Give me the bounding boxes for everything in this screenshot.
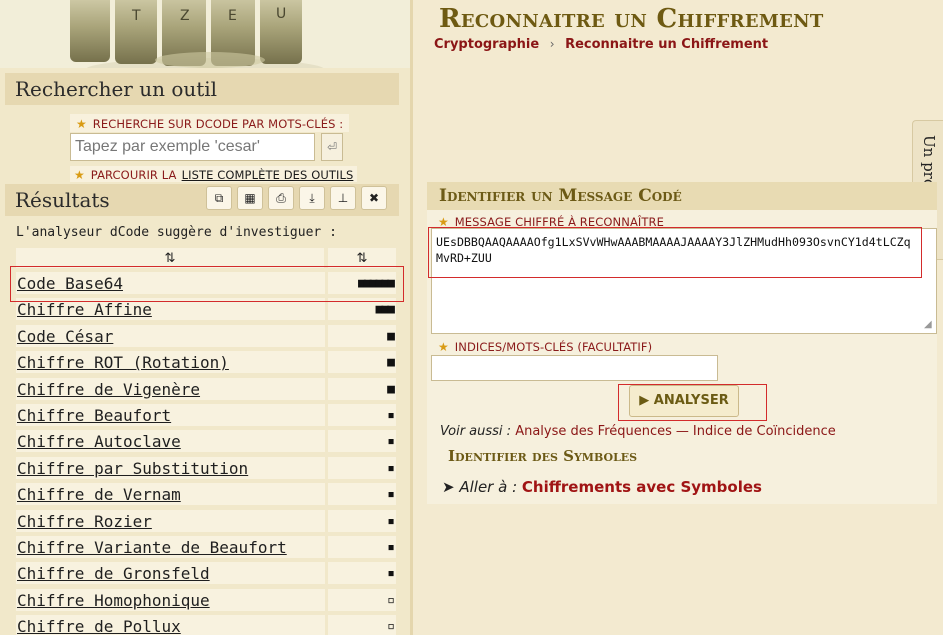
frequency-analysis-link[interactable]: Analyse des Fréquences — [515, 424, 672, 439]
breadcrumb-separator-icon: › — [549, 37, 555, 51]
result-score: ■ — [328, 351, 396, 374]
result-link[interactable]: Chiffre de Gronsfeld — [16, 562, 325, 585]
identify-panel-title: Identifier un Message Codé — [427, 182, 937, 210]
result-row[interactable]: Chiffre par Substitution ▪ — [16, 456, 396, 483]
goto-prefix: Aller à : — [459, 478, 518, 496]
browse-prefix: PARCOURIR LA — [90, 168, 177, 182]
top-result-highlight — [10, 266, 404, 302]
analyser-suggestion: L'analyseur dCode suggère d'investiguer … — [16, 225, 337, 240]
result-row[interactable]: Chiffre de Pollux ▫ — [16, 615, 396, 635]
svg-text:E: E — [228, 8, 237, 24]
svg-text:U: U — [276, 6, 286, 22]
download-icon[interactable]: ⤓ — [299, 186, 325, 210]
copy-icon[interactable]: ⧉ — [206, 186, 232, 210]
result-row[interactable]: Chiffre de Vigenère ■ — [16, 377, 396, 404]
result-row[interactable]: Chiffre Affine ■■■ — [16, 298, 396, 324]
star-icon: ★ — [438, 340, 449, 354]
tool-search-input[interactable] — [70, 133, 315, 161]
result-row[interactable]: Code César ■ — [16, 324, 396, 351]
sort-by-name-button[interactable]: ⇅ — [16, 248, 324, 268]
result-row[interactable]: Chiffre Beaufort ▪ — [16, 403, 396, 430]
left-sidebar: Z E U T Rechercher un outil ★ RECHERCHE S… — [0, 0, 410, 635]
result-link[interactable]: Chiffre Variante de Beaufort — [16, 535, 325, 558]
results-list: Code Base64 ■■■■■■ Chiffre Affine ■■■ Co… — [16, 272, 396, 635]
full-tools-list-link[interactable]: LISTE COMPLÈTE DES OUTILS — [182, 168, 354, 182]
hints-input[interactable] — [431, 355, 718, 381]
coincidence-index-link[interactable]: Indice de Coïncidence — [693, 424, 836, 439]
results-title: Résultats — [15, 188, 110, 212]
message-highlight — [428, 227, 922, 278]
results-sort-row: ⇅ ⇅ — [16, 248, 396, 268]
result-score: ■ — [328, 324, 396, 347]
result-row[interactable]: Chiffre de Vernam ▪ — [16, 483, 396, 509]
analyse-highlight — [618, 384, 767, 421]
breadcrumb-cryptographie[interactable]: Cryptographie — [434, 37, 539, 52]
browse-tools-line: ★ PARCOURIR LA LISTE COMPLÈTE DES OUTILS — [70, 166, 358, 182]
result-score: ■ — [328, 377, 396, 400]
result-link[interactable]: Chiffre ROT (Rotation) — [16, 351, 325, 374]
svg-text:T: T — [131, 8, 141, 24]
result-score: ▪ — [328, 509, 396, 532]
result-link[interactable]: Chiffre de Vigenère — [16, 377, 325, 400]
separator-dash: — — [675, 424, 689, 439]
svg-text:Z: Z — [180, 8, 190, 24]
star-icon: ★ — [76, 117, 87, 131]
result-link[interactable]: Chiffre de Vernam — [16, 483, 325, 506]
result-score: ▫ — [328, 615, 396, 635]
breadcrumb: Cryptographie › Reconnaitre un Chiffreme… — [434, 37, 768, 52]
result-row[interactable]: Chiffre Rozier ▪ — [16, 509, 396, 536]
hints-label-text: INDICES/MOTS-CLÉS (FACULTATIF) — [454, 340, 653, 354]
sort-by-score-button[interactable]: ⇅ — [328, 248, 396, 268]
pin-icon[interactable]: ⊥ — [330, 186, 356, 210]
result-row[interactable]: Chiffre ROT (Rotation) ■ — [16, 351, 396, 377]
search-tool-heading: Rechercher un outil — [5, 73, 399, 105]
result-link[interactable]: Chiffre de Pollux — [16, 615, 325, 635]
cryptex-logo: Z E U T — [0, 0, 410, 68]
resize-grip-icon[interactable]: ◢ — [924, 320, 936, 332]
star-icon: ★ — [74, 168, 85, 182]
search-submit-button[interactable]: ⏎ — [321, 133, 343, 161]
print-icon[interactable]: ⎙ — [268, 186, 294, 210]
results-toolbar: ⧉ ▦ ⎙ ⤓ ⊥ ✖ — [206, 186, 387, 212]
result-score: ▪ — [328, 430, 396, 453]
result-score: ▪ — [328, 403, 396, 426]
identify-symbols-title[interactable]: Identifier des Symboles — [448, 447, 637, 465]
result-link[interactable]: Chiffre par Substitution — [16, 456, 325, 479]
return-key-icon: ⏎ — [326, 140, 338, 154]
symbol-ciphers-link[interactable]: Chiffrements avec Symboles — [522, 478, 762, 496]
result-link[interactable]: Chiffre Rozier — [16, 509, 325, 532]
breadcrumb-current[interactable]: Reconnaitre un Chiffrement — [565, 37, 768, 52]
result-row[interactable]: Chiffre Homophonique ▫ — [16, 588, 396, 615]
goto-line: ➤ Aller à : Chiffrements avec Symboles — [442, 478, 762, 496]
result-link[interactable]: Chiffre Beaufort — [16, 403, 325, 426]
result-score: ▪ — [328, 483, 396, 506]
result-score: ▪ — [328, 562, 396, 585]
result-score: ▪ — [328, 535, 396, 558]
hints-label: ★ INDICES/MOTS-CLÉS (FACULTATIF) — [438, 338, 652, 354]
column-divider — [410, 0, 413, 635]
result-link[interactable]: Chiffre Homophonique — [16, 588, 325, 611]
result-row[interactable]: Chiffre Autoclave ▪ — [16, 430, 396, 456]
close-icon[interactable]: ✖ — [361, 186, 387, 210]
search-tool-title: Rechercher un outil — [15, 77, 218, 101]
keyword-search-label: ★ RECHERCHE SUR DCODE PAR MOTS-CLÉS : — [70, 114, 350, 132]
result-row[interactable]: Chiffre de Gronsfeld ▪ — [16, 562, 396, 588]
keyword-label-text: RECHERCHE SUR DCODE PAR MOTS-CLÉS : — [92, 117, 344, 131]
result-row[interactable]: Chiffre Variante de Beaufort ▪ — [16, 535, 396, 562]
see-also-line: Voir aussi : Analyse des Fréquences — Indi… — [440, 424, 836, 439]
calculator-icon[interactable]: ▦ — [237, 186, 263, 210]
result-score: ▪ — [328, 456, 396, 479]
result-score: ▫ — [328, 588, 396, 611]
result-link[interactable]: Chiffre Autoclave — [16, 430, 325, 453]
result-link[interactable]: Code César — [16, 324, 325, 347]
page-title: Reconnaitre un Chiffrement — [439, 4, 824, 34]
arrow-right-icon: ➤ — [442, 478, 455, 496]
see-also-prefix: Voir aussi : — [440, 424, 512, 439]
